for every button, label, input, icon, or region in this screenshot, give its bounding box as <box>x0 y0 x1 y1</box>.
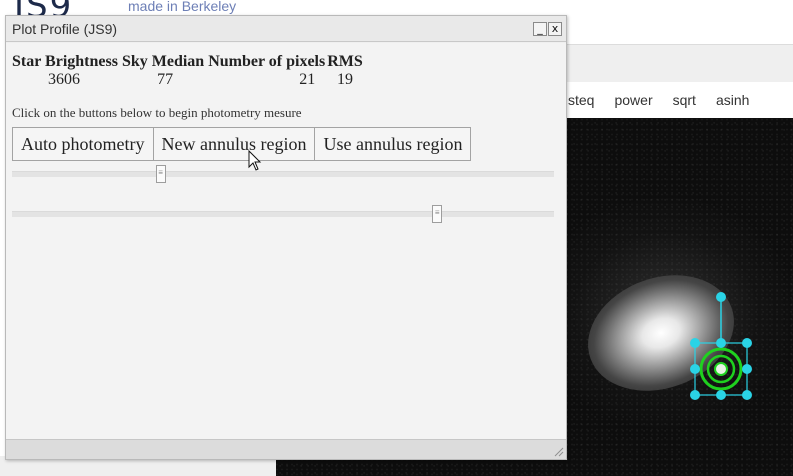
header-rms: RMS <box>327 53 363 70</box>
header-star-brightness: Star Brightness <box>12 53 118 70</box>
value-rms: 19 <box>337 71 354 88</box>
js9-tagline: made in Berkeley <box>128 0 237 14</box>
window-controls: _ x <box>533 22 562 36</box>
plot-profile-window: Plot Profile (JS9) _ x Star Brightness S… <box>5 15 567 460</box>
header-number-of-pixels: Number of pixels <box>208 53 326 70</box>
resize-handle-tl[interactable] <box>690 338 700 348</box>
window-titlebar[interactable]: Plot Profile (JS9) _ x <box>6 16 566 42</box>
window-title: Plot Profile (JS9) <box>12 21 118 37</box>
instruction-text: Click on the buttons below to begin phot… <box>12 105 302 120</box>
resize-handle-bl[interactable] <box>690 390 700 400</box>
header-sky-median: Sky Median <box>121 53 205 70</box>
arrow-pointer-icon <box>248 150 262 171</box>
resize-handle-ml[interactable] <box>690 364 700 374</box>
resize-handle-br[interactable] <box>742 390 752 400</box>
value-star-brightness: 3606 <box>48 71 80 88</box>
close-button[interactable]: x <box>548 22 562 36</box>
scale-option-asinh[interactable]: asinh <box>716 92 749 108</box>
auto-photometry-button[interactable]: Auto photometry <box>12 127 154 161</box>
minimize-button[interactable]: _ <box>533 22 547 36</box>
scale-option-power[interactable]: power <box>614 92 652 108</box>
value-number-of-pixels: 21 <box>299 71 316 88</box>
rotate-handle[interactable] <box>716 292 726 302</box>
annulus-center <box>714 362 728 376</box>
use-annulus-region-button[interactable]: Use annulus region <box>314 127 472 161</box>
resize-handle-mr[interactable] <box>742 364 752 374</box>
window-content: Star Brightness Sky Median Number of pix… <box>6 43 566 439</box>
value-sky-median: 77 <box>157 71 174 88</box>
js9-menubar <box>566 44 793 82</box>
photometry-stats-table: Star Brightness Sky Median Number of pix… <box>12 53 363 89</box>
annulus-region[interactable] <box>680 285 760 405</box>
scale-option-steq[interactable]: steq <box>568 92 594 108</box>
outer-radius-slider-handle[interactable]: ≡ <box>432 205 443 223</box>
photometry-button-row: Auto photometry New annulus region Use a… <box>12 127 472 161</box>
resize-grip-icon[interactable] <box>552 445 564 457</box>
resize-handle-bm[interactable] <box>716 390 726 400</box>
resize-handle-tr[interactable] <box>742 338 752 348</box>
scale-option-sqrt[interactable]: sqrt <box>673 92 696 108</box>
window-statusbar <box>6 439 566 459</box>
inner-radius-slider-handle[interactable]: ≡ <box>155 165 166 183</box>
outer-radius-slider[interactable]: ≡ <box>12 205 554 223</box>
new-annulus-region-button[interactable]: New annulus region <box>152 127 316 161</box>
resize-handle-tm[interactable] <box>716 338 726 348</box>
inner-radius-slider[interactable]: ≡ <box>12 165 554 183</box>
scale-menu: steq power sqrt asinh <box>566 82 793 118</box>
